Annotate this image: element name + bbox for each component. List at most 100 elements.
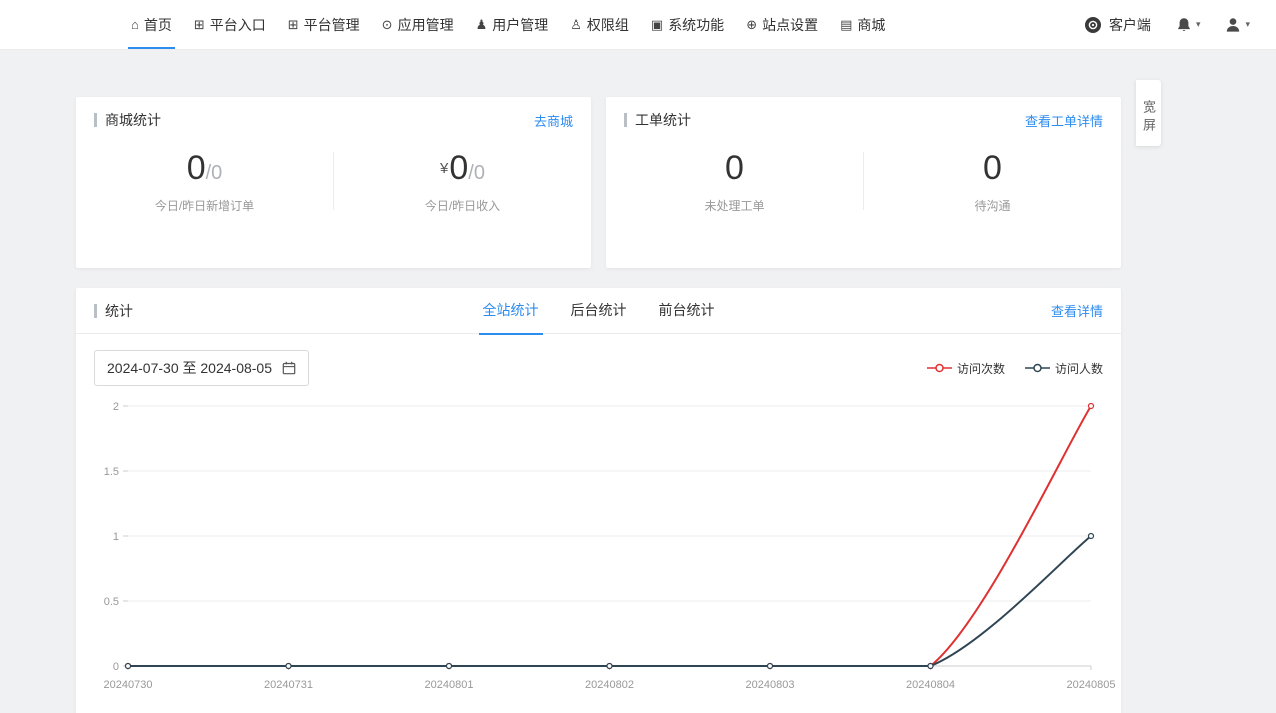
main-nav: ⌂首页⊞平台入口⊞平台管理⊙应用管理♟用户管理♙权限组▣系统功能⊕站点设置▤商城: [120, 0, 896, 49]
statistics-header: 统计 全站统计后台统计前台统计 查看详情: [76, 288, 1121, 334]
stat-value: 0: [606, 148, 863, 189]
stat-label: 未处理工单: [606, 197, 863, 214]
mall-icon: ▤: [840, 17, 852, 33]
stat-label: 今日/昨日新增订单: [76, 197, 333, 214]
title-accent-bar: [94, 304, 97, 318]
permission-icon: ♙: [570, 17, 582, 33]
top-nav-bar: ⌂首页⊞平台入口⊞平台管理⊙应用管理♟用户管理♙权限组▣系统功能⊕站点设置▤商城…: [0, 0, 1276, 50]
grid-icon: ⊞: [288, 17, 299, 33]
grid-icon: ⊞: [194, 17, 205, 33]
svg-text:2: 2: [113, 401, 119, 413]
chart-toolbar: 2024-07-30 至 2024-08-05 访问次数 访问人数: [76, 334, 1121, 394]
nav-item-label: 商城: [857, 15, 885, 35]
nav-item-platform-entry[interactable]: ⊞ 平台入口: [183, 0, 277, 49]
svg-text:20240731: 20240731: [264, 679, 313, 691]
client-icon: [1084, 16, 1102, 34]
nav-item-mall[interactable]: ▤ 商城: [829, 0, 896, 49]
tab-all-site[interactable]: 全站统计: [467, 288, 555, 334]
legend-marker-icon: [1025, 363, 1050, 373]
mall-card-title: 商城统计: [94, 110, 161, 130]
nav-item-platform-manage[interactable]: ⊞ 平台管理: [277, 0, 371, 49]
svg-text:1.5: 1.5: [104, 466, 119, 478]
date-range-value: 2024-07-30 至 2024-08-05: [107, 358, 272, 378]
statistics-title-text: 统计: [105, 301, 133, 321]
nav-right-actions: 客户端 ▾ ▾: [1084, 15, 1250, 35]
ticket-card-header: 工单统计 查看工单详情: [606, 97, 1121, 138]
view-tickets-link[interactable]: 查看工单详情: [1025, 111, 1103, 130]
home-icon: ⌂: [131, 17, 139, 32]
tab-backend[interactable]: 后台统计: [555, 288, 643, 334]
summary-cards-row: 商城统计 去商城 0/0 今日/昨日新增订单¥0/0 今日/昨日收入 工单统计 查看…: [76, 97, 1121, 268]
svg-text:0: 0: [113, 661, 119, 673]
go-to-mall-link[interactable]: 去商城: [534, 111, 573, 130]
mall-card-header: 商城统计 去商城: [76, 97, 591, 138]
content-container: 商城统计 去商城 0/0 今日/昨日新增订单¥0/0 今日/昨日收入 工单统计 查看…: [76, 97, 1121, 713]
nav-item-label: 权限组: [587, 15, 629, 35]
client-label: 客户端: [1109, 15, 1151, 35]
chevron-down-icon: ▾: [1245, 19, 1250, 30]
client-button[interactable]: 客户端: [1084, 15, 1151, 35]
widescreen-toggle[interactable]: 宽屏: [1136, 80, 1161, 146]
svg-text:20240805: 20240805: [1067, 679, 1116, 691]
stat-value: 0/0: [76, 148, 333, 189]
stat-value: 0: [864, 148, 1121, 189]
nav-item-label: 首页: [144, 15, 172, 35]
system-icon: ▣: [651, 17, 663, 33]
ticket-card-title-text: 工单统计: [635, 110, 691, 130]
tab-frontend[interactable]: 前台统计: [643, 288, 731, 334]
legend-marker-icon: [927, 363, 952, 373]
user-icon: [1224, 16, 1242, 34]
statistics-card: 统计 全站统计后台统计前台统计 查看详情 2024-07-30 至 2024-0…: [76, 288, 1121, 713]
line-chart: 0 0.5 1 1.5 2 20240730 20240731 20240801 2024080…: [94, 396, 1103, 696]
nav-item-user-manage[interactable]: ♟用户管理: [465, 0, 560, 49]
legend-item-visitors[interactable]: 访问人数: [1025, 360, 1103, 377]
svg-text:20240804: 20240804: [906, 679, 955, 691]
svg-text:20240802: 20240802: [585, 679, 634, 691]
main-content: 商城统计 去商城 0/0 今日/昨日新增订单¥0/0 今日/昨日收入 工单统计 查看…: [0, 50, 1276, 713]
calendar-icon: [282, 361, 296, 375]
view-details-link[interactable]: 查看详情: [1051, 301, 1103, 320]
stat-item: 0 未处理工单: [606, 148, 863, 214]
notifications-button[interactable]: ▾: [1175, 16, 1201, 34]
legend-label: 访问次数: [957, 360, 1005, 377]
globe-icon: ⊕: [746, 17, 757, 33]
admin-dashboard: { "nav": { "items": [ {"name": "home", "…: [0, 0, 1276, 713]
svg-text:20240730: 20240730: [104, 679, 153, 691]
ticket-stats-row: 0未处理工单0待沟通: [606, 138, 1121, 224]
legend-label: 访问人数: [1055, 360, 1103, 377]
svg-text:0.5: 0.5: [104, 596, 119, 608]
svg-text:20240803: 20240803: [746, 679, 795, 691]
date-range-picker[interactable]: 2024-07-30 至 2024-08-05: [94, 350, 309, 386]
nav-item-permission-group[interactable]: ♙ 权限组: [559, 0, 640, 49]
statistics-title: 统计: [94, 301, 133, 321]
stat-item: ¥0/0 今日/昨日收入: [334, 148, 591, 214]
stats-tabs: 全站统计后台统计前台统计: [467, 288, 731, 334]
stat-item: 0/0 今日/昨日新增订单: [76, 148, 333, 214]
stat-item: 0 待沟通: [864, 148, 1121, 214]
nav-item-site-settings[interactable]: ⊕ 站点设置: [735, 0, 829, 49]
nav-item-label: 平台管理: [304, 15, 360, 35]
bell-icon: [1175, 16, 1193, 34]
ticket-stats-card: 工单统计 查看工单详情 0未处理工单0待沟通: [606, 97, 1121, 268]
stat-value: ¥0/0: [334, 148, 591, 189]
nav-item-label: 平台入口: [210, 15, 266, 35]
nav-item-home[interactable]: ⌂ 首页: [120, 0, 183, 49]
svg-text:1: 1: [113, 531, 119, 543]
nav-item-label: 应用管理: [398, 15, 454, 35]
chart-legend: 访问次数 访问人数: [907, 360, 1103, 377]
nav-item-label: 用户管理: [492, 15, 548, 35]
mall-stats-card: 商城统计 去商城 0/0 今日/昨日新增订单¥0/0 今日/昨日收入: [76, 97, 591, 268]
users-icon: ♟: [476, 17, 488, 33]
ticket-card-title: 工单统计: [624, 110, 691, 130]
nav-item-label: 站点设置: [762, 15, 818, 35]
legend-item-visits[interactable]: 访问次数: [927, 360, 1005, 377]
nav-item-system-functions[interactable]: ▣系统功能: [640, 0, 735, 49]
title-accent-bar: [94, 113, 97, 127]
user-menu-button[interactable]: ▾: [1224, 16, 1250, 34]
nav-item-app-manage[interactable]: ⊙应用管理: [371, 0, 465, 49]
mall-stats-row: 0/0 今日/昨日新增订单¥0/0 今日/昨日收入: [76, 138, 591, 224]
stat-label: 待沟通: [864, 197, 1121, 214]
stat-label: 今日/昨日收入: [334, 197, 591, 214]
svg-text:20240801: 20240801: [425, 679, 474, 691]
title-accent-bar: [624, 113, 627, 127]
